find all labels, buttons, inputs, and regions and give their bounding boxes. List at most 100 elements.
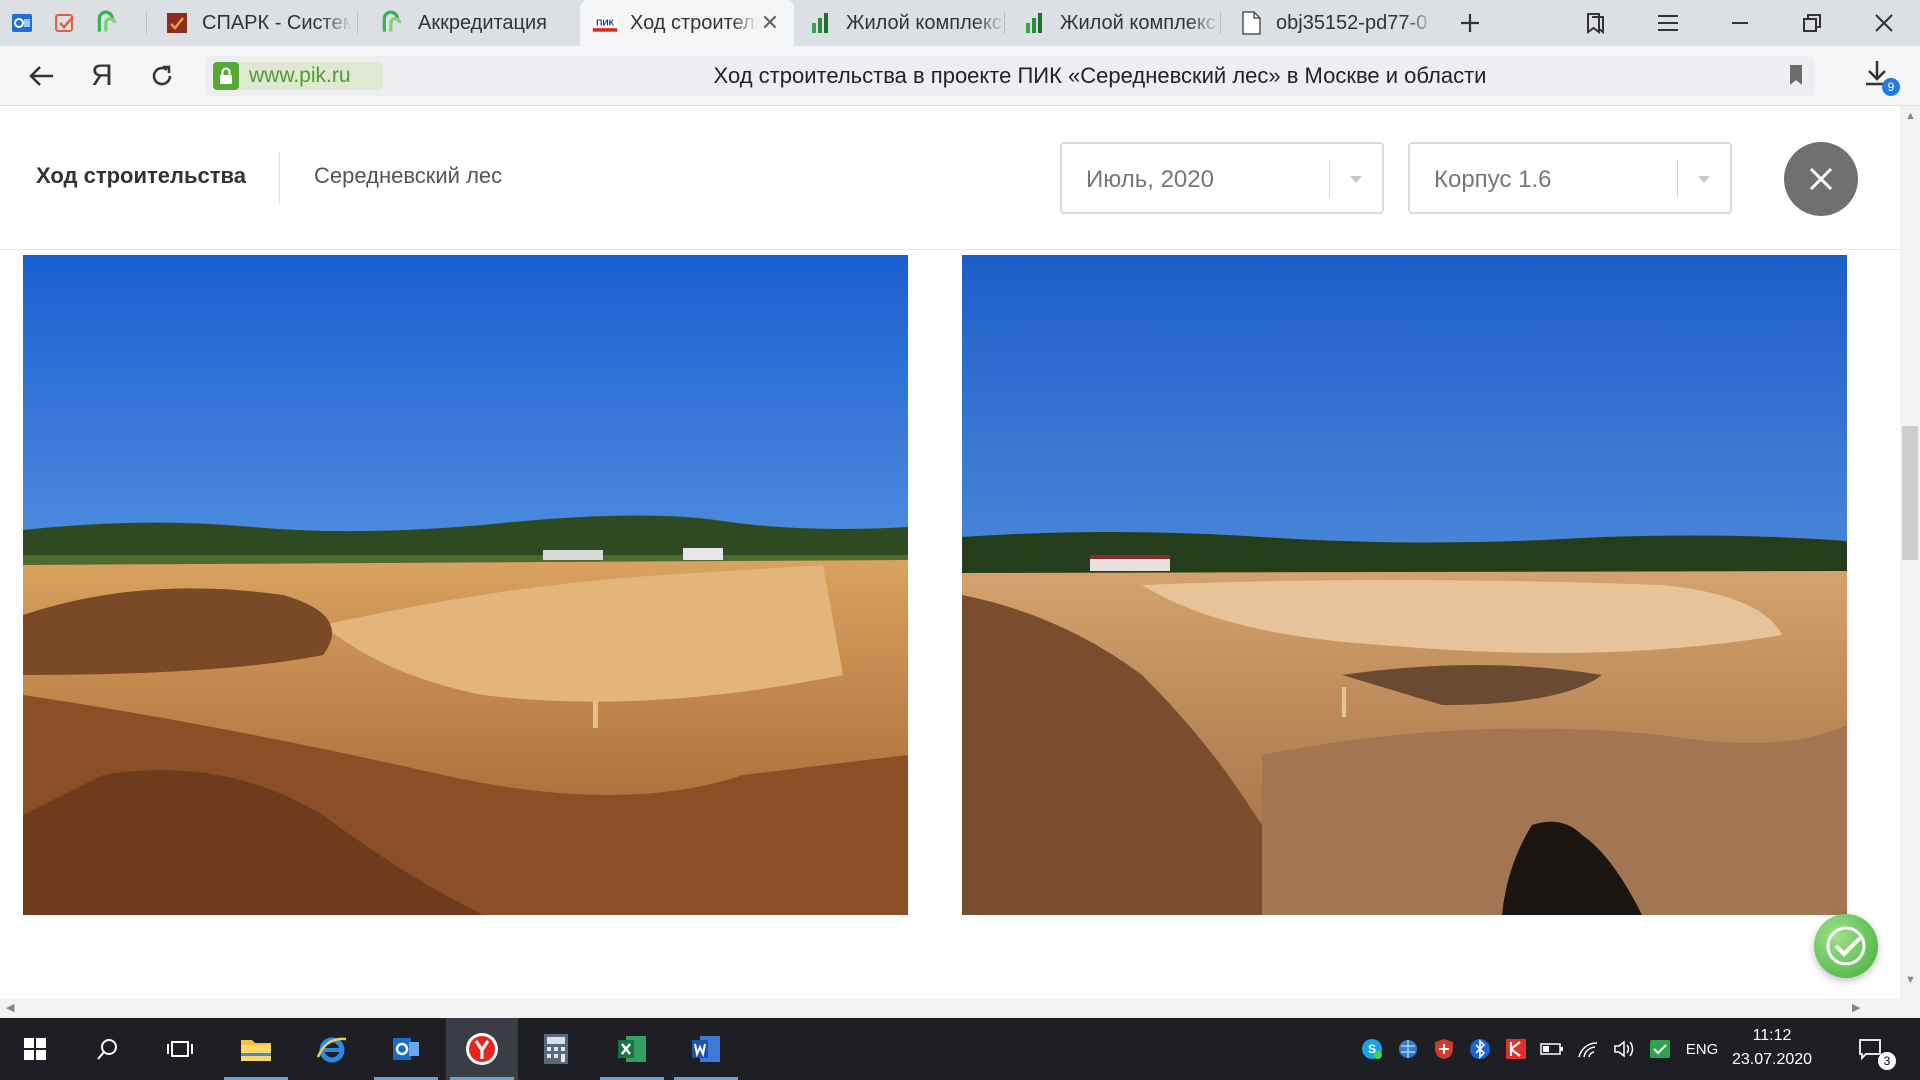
month-select-value: Июль, 2020	[1086, 166, 1214, 193]
tray-battery[interactable]	[1538, 1018, 1566, 1080]
reload-icon	[152, 65, 172, 86]
yandex-letter-icon: Я	[91, 59, 113, 92]
tab-separator	[1004, 12, 1005, 34]
taskbar-word[interactable]	[670, 1018, 742, 1080]
pinned-tab-tasks[interactable]	[43, 0, 86, 46]
tab-label: Ход строительства	[630, 11, 758, 34]
tray-sber[interactable]	[1646, 1018, 1674, 1080]
tray-wifi[interactable]	[1574, 1018, 1602, 1080]
scroll-up-icon[interactable]: ▲	[1905, 110, 1916, 122]
task-view-button[interactable]	[144, 1018, 216, 1080]
sber-widget-button[interactable]	[1814, 914, 1878, 978]
header-divider	[279, 152, 280, 204]
tab-separator	[1220, 12, 1221, 34]
close-gallery-button[interactable]	[1784, 142, 1858, 216]
document-icon	[1238, 10, 1264, 36]
close-window-button[interactable]	[1854, 0, 1914, 46]
calculator-icon	[544, 1034, 568, 1064]
antivirus-icon	[1506, 1039, 1526, 1059]
clock-date: 23.07.2020	[1731, 1051, 1813, 1068]
restore-button[interactable]	[1782, 0, 1842, 46]
windows-taskbar: S ENG 11:12 23.07.2020 3	[0, 1018, 1920, 1080]
chevron-down-icon	[1698, 176, 1710, 183]
reload-button[interactable]	[142, 58, 182, 94]
volume-icon	[1614, 1040, 1634, 1058]
word-icon	[692, 1036, 720, 1062]
taskbar-outlook[interactable]	[370, 1018, 442, 1080]
search-button[interactable]	[72, 1018, 144, 1080]
project-name: Середневский лес	[314, 163, 503, 188]
tab-spark[interactable]: СПАРК - Система	[152, 0, 352, 46]
tray-volume[interactable]	[1610, 1018, 1638, 1080]
hamburger-menu-icon	[1658, 15, 1678, 31]
bookmark-icon[interactable]	[1789, 64, 1803, 86]
accreditation-icon	[380, 10, 406, 36]
url-field[interactable]: www.pik.ru Ход строительства в проекте П…	[205, 56, 1815, 96]
tab-label: СПАРК - Система	[202, 11, 352, 34]
outlook-icon	[11, 14, 32, 32]
scrollbar-thumb[interactable]	[1902, 426, 1918, 560]
taskbar-file-explorer[interactable]	[220, 1018, 292, 1080]
internet-explorer-icon	[316, 1037, 347, 1063]
site-header: Ход строительства Середневский лес Июль,…	[0, 106, 1900, 250]
taskbar-yandex-browser[interactable]	[446, 1018, 518, 1080]
start-button[interactable]	[0, 1018, 70, 1080]
notifications-count-badge: 3	[1878, 1052, 1896, 1070]
spark-icon	[164, 10, 190, 36]
downloads-button[interactable]: 9	[1860, 56, 1900, 96]
menu-button[interactable]	[1638, 0, 1698, 46]
back-arrow-icon	[29, 66, 53, 86]
tasks-icon	[54, 14, 74, 32]
tab-document[interactable]: obj35152-pd77-0	[1226, 0, 1436, 46]
tab-residential-2[interactable]: Жилой комплекс	[1010, 0, 1220, 46]
new-tab-button[interactable]	[1440, 0, 1500, 46]
outlook-icon	[393, 1038, 419, 1060]
bookmarks-panel-button[interactable]	[1565, 0, 1625, 46]
language-indicator[interactable]: ENG	[1682, 1018, 1722, 1080]
address-bar-row: Я www.pik.ru Ход строительства в проекте…	[0, 46, 1920, 106]
tray-security[interactable]	[1430, 1018, 1458, 1080]
tab-separator	[357, 12, 358, 34]
downloads-count-badge: 9	[1882, 78, 1900, 96]
tab-construction-progress[interactable]: ПИК Ход строительства ✕	[580, 0, 794, 46]
tab-residential-1[interactable]: Жилой комплекс	[796, 0, 1006, 46]
horizontal-scrollbar[interactable]: ◀ ▶	[0, 998, 1900, 1018]
month-select[interactable]: Июль, 2020	[1060, 142, 1384, 214]
tray-antivirus[interactable]	[1502, 1018, 1530, 1080]
sber-logo-icon	[1826, 926, 1866, 966]
folder-icon	[241, 1040, 271, 1061]
scroll-left-icon[interactable]: ◀	[6, 1001, 14, 1014]
pinned-tab-service[interactable]	[86, 0, 129, 46]
taskbar-calculator[interactable]	[520, 1018, 592, 1080]
taskbar-clock[interactable]: 11:12 23.07.2020	[1722, 1024, 1822, 1072]
language-label: ENG	[1685, 1040, 1719, 1058]
building-select-value: Корпус 1.6	[1434, 166, 1552, 193]
action-center-button[interactable]: 3	[1840, 1018, 1900, 1080]
close-tab-icon[interactable]: ✕	[758, 10, 782, 35]
skype-icon: S	[1362, 1039, 1382, 1059]
tray-network-globe[interactable]	[1394, 1018, 1422, 1080]
tab-separator	[146, 12, 147, 34]
yandex-browser-icon	[466, 1033, 498, 1065]
tray-skype[interactable]: S	[1358, 1018, 1386, 1080]
scroll-down-icon[interactable]: ▼	[1905, 974, 1916, 986]
taskbar-excel[interactable]	[596, 1018, 668, 1080]
taskbar-internet-explorer[interactable]	[296, 1018, 368, 1080]
construction-photo-1[interactable]	[23, 255, 908, 915]
yandex-home-button[interactable]: Я	[82, 58, 122, 94]
building-select[interactable]: Корпус 1.6	[1408, 142, 1732, 214]
back-button[interactable]	[22, 58, 62, 94]
pinned-tab-outlook[interactable]	[0, 0, 43, 46]
minimize-button[interactable]	[1710, 0, 1770, 46]
bluetooth-icon	[1470, 1039, 1490, 1059]
restore-icon	[1803, 14, 1821, 32]
construction-photo-2[interactable]	[962, 255, 1847, 915]
tab-label: obj35152-pd77-0	[1276, 11, 1428, 34]
tray-bluetooth[interactable]	[1466, 1018, 1494, 1080]
select-divider	[1329, 160, 1330, 198]
tab-label: Аккредитация	[418, 11, 548, 34]
close-icon	[1875, 14, 1893, 32]
scroll-right-icon[interactable]: ▶	[1852, 1001, 1860, 1014]
tab-accreditation[interactable]: Аккредитация	[368, 0, 578, 46]
vertical-scrollbar[interactable]: ▲ ▼	[1900, 106, 1920, 1018]
